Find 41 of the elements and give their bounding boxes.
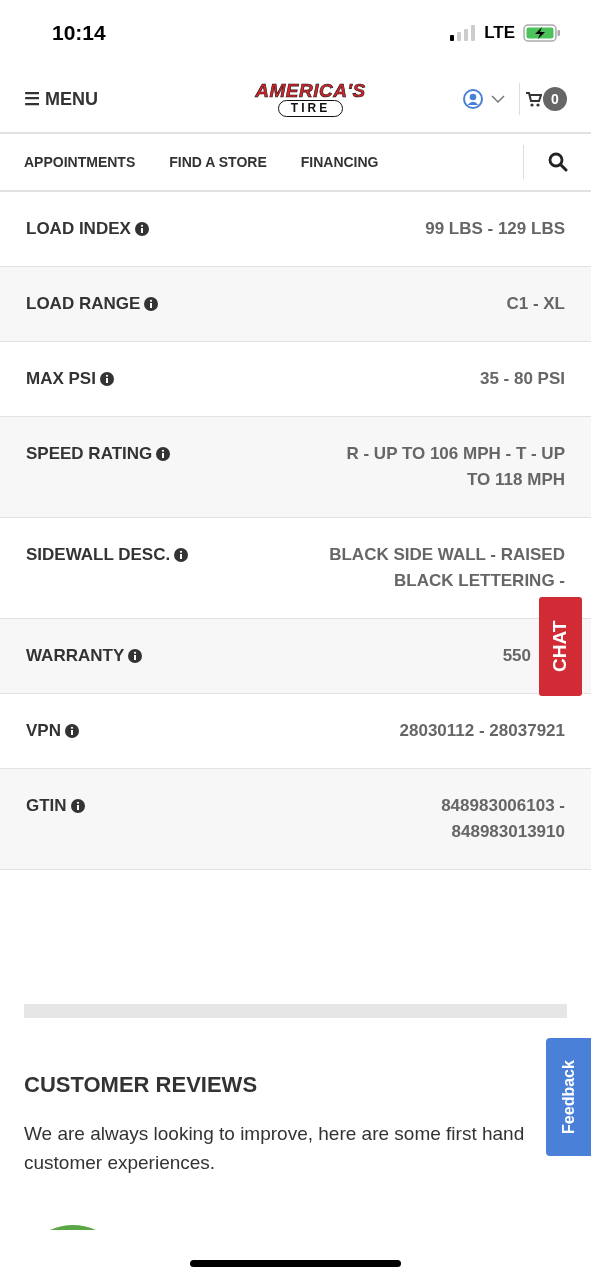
info-icon[interactable] bbox=[99, 372, 114, 386]
status-time: 10:14 bbox=[52, 20, 106, 47]
feedback-button[interactable]: Feedback bbox=[546, 1038, 591, 1156]
spec-label: MAX PSI bbox=[26, 368, 96, 390]
nav-link[interactable]: APPOINTMENTS bbox=[24, 151, 136, 173]
search-icon[interactable] bbox=[547, 152, 568, 172]
info-icon[interactable] bbox=[174, 548, 189, 562]
spec-label: GTIN bbox=[26, 795, 67, 817]
network-label: LTE bbox=[484, 22, 515, 45]
spec-value: R - UP TO 106 MPH - T - UP TO 118 MPH bbox=[345, 443, 565, 491]
nav-link[interactable]: FINANCING bbox=[300, 151, 379, 173]
section-description: We are always looking to improve, here are some first hand customer experiences. bbox=[24, 1122, 526, 1175]
spec-value: 28030112 - 28037921 bbox=[398, 720, 565, 742]
chat-button[interactable]: CHAT bbox=[539, 597, 582, 696]
menu-button[interactable]: ☰ MENU bbox=[24, 85, 98, 113]
logo-text[interactable]: AMERICA'S bbox=[255, 81, 366, 100]
spec-value: C1 - XL bbox=[505, 293, 565, 315]
spec-label: SPEED RATING bbox=[26, 443, 153, 465]
spec-value: 35 - 80 PSI bbox=[478, 368, 565, 390]
signal-icon bbox=[450, 25, 477, 41]
spec-label: LOAD INDEX bbox=[26, 218, 131, 240]
spec-value: 848983006103 - 848983013910 bbox=[440, 795, 565, 843]
account-icon[interactable] bbox=[463, 89, 483, 109]
spec-value: BLACK SIDE WALL - RAISED BLACK LETTERING - bbox=[328, 544, 565, 592]
battery-icon bbox=[523, 24, 561, 42]
cart-count: 0 bbox=[543, 87, 567, 111]
spec-label: WARRANTY bbox=[26, 645, 125, 667]
spec-value: 99 LBS - 129 LBS bbox=[424, 218, 565, 240]
info-icon[interactable] bbox=[128, 649, 143, 663]
info-icon[interactable] bbox=[64, 724, 79, 738]
spec-label: VPN bbox=[26, 720, 61, 742]
spec-label: LOAD RANGE bbox=[26, 293, 141, 315]
nav-link[interactable]: FIND A STORE bbox=[169, 151, 267, 173]
info-icon[interactable] bbox=[70, 799, 85, 813]
cart-icon[interactable] bbox=[526, 91, 542, 107]
spec-label: SIDEWALL DESC. bbox=[26, 544, 171, 566]
info-icon[interactable] bbox=[156, 447, 171, 461]
info-icon[interactable] bbox=[134, 222, 149, 236]
info-icon[interactable] bbox=[144, 297, 159, 311]
chevron-down-icon[interactable] bbox=[491, 94, 505, 104]
section-title: CUSTOMER REVIEWS bbox=[24, 1071, 259, 1099]
